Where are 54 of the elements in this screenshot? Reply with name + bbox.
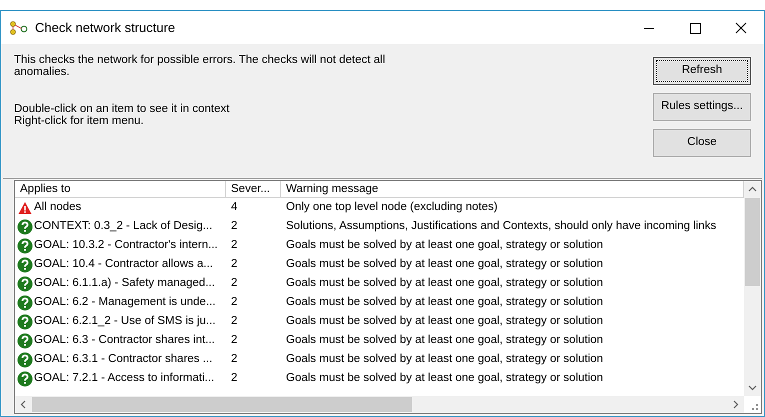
- hint-text: Right-click for item menu.: [14, 115, 145, 127]
- question-icon: [16, 294, 32, 310]
- question-icon: [16, 314, 32, 330]
- dialog-button[interactable]: Refresh: [653, 57, 751, 85]
- question-icon: [16, 332, 32, 348]
- table-cell: 4: [231, 200, 238, 213]
- table-cell: 2: [231, 238, 238, 251]
- table-cell-text: GOAL: 6.3.1 - Contractor shares ...: [34, 352, 212, 367]
- table-cell-text: GOAL: 6.2.1_2 - Use of SMS is ju...: [34, 314, 216, 329]
- scrollbar-thumb[interactable]: [32, 397, 412, 412]
- scrollbar-thumb[interactable]: [745, 198, 760, 286]
- column-header[interactable]: Sever...: [226, 181, 281, 197]
- window-title: Check network structure: [35, 18, 176, 37]
- question-icon: [16, 256, 32, 272]
- table-cell: Goals must be solved by at least one goal, strategy or solution: [286, 238, 604, 251]
- table-cell: 2: [231, 314, 238, 327]
- question-icon: [16, 218, 32, 234]
- hint-text: Double-click on an item to see it in context: [14, 103, 230, 115]
- table-cell-text: GOAL: 6.3 - Contractor shares int...: [34, 332, 215, 348]
- table-cell: 2: [231, 352, 238, 365]
- description-text: This checks the network for possible errors. The checks will not detect all anomalies.: [14, 54, 386, 78]
- table-cell: Goals must be solved by at least one goal, strategy or solution: [286, 276, 604, 289]
- table-cell: Goals must be solved by at least one goal, strategy or solution: [286, 372, 604, 384]
- question-icon: [16, 276, 32, 292]
- table-cell: Solutions, Assumptions, Justifications and Contexts, should only have incoming links: [286, 220, 716, 232]
- table-cell-text: GOAL: 10.4 - Contractor allows a...: [34, 256, 213, 272]
- dialog-button[interactable]: Rules settings...: [653, 93, 751, 121]
- vertical-scrollbar[interactable]: [744, 181, 761, 396]
- table-cell-text: GOAL: 6.1.1.a) - Safety managed...: [34, 276, 215, 291]
- table-cell-text: GOAL: 7.2.1 - Access to informati...: [34, 370, 214, 386]
- table-cell: Only one top level node (excluding notes): [286, 200, 498, 213]
- question-icon: [16, 370, 32, 386]
- table-cell: 2: [231, 372, 238, 384]
- dialog-button[interactable]: Close: [653, 129, 751, 157]
- table-cell: 2: [231, 334, 238, 346]
- question-icon: [16, 352, 32, 368]
- table-cell-text: CONTEXT: 0.3_2 - Lack of Desig...: [34, 218, 212, 234]
- table-cell: Goals must be solved by at least one goal, strategy or solution: [286, 314, 604, 327]
- table-cell-text: GOAL: 10.3.2 - Contractor's intern...: [34, 238, 218, 253]
- network-icon: [9, 20, 29, 34]
- table-cell: Goals must be solved by at least one goal, strategy or solution: [286, 296, 604, 308]
- table-cell-text: GOAL: 6.2 - Management is unde...: [34, 294, 216, 310]
- question-icon: [16, 238, 32, 254]
- table-cell: Goals must be solved by at least one goal, strategy or solution: [286, 258, 604, 270]
- table-cell: 2: [231, 258, 238, 270]
- table-cell: 2: [231, 276, 238, 289]
- table-cell: Goals must be solved by at least one goal, strategy or solution: [286, 334, 604, 346]
- table-cell: 2: [231, 296, 238, 308]
- warning-icon: [18, 200, 32, 214]
- table-cell-text: All nodes: [34, 200, 82, 215]
- table-cell: Goals must be solved by at least one goal, strategy or solution: [286, 352, 604, 365]
- column-header[interactable]: Applies to: [15, 181, 226, 197]
- table-cell: 2: [231, 220, 238, 232]
- horizontal-scrollbar[interactable]: [15, 396, 744, 413]
